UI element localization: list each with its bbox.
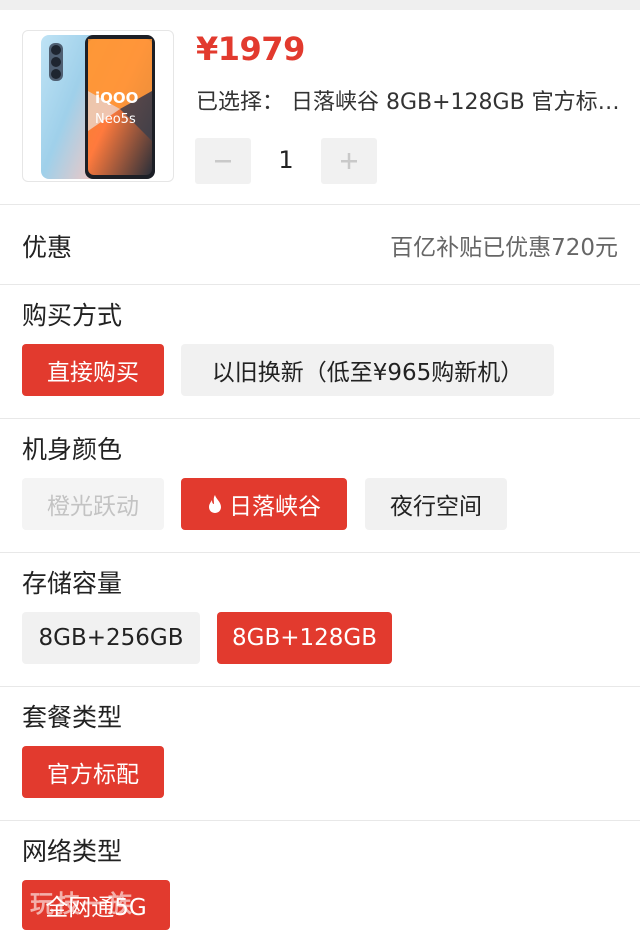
quantity-value[interactable]: 1: [258, 146, 314, 174]
divider: [0, 418, 640, 419]
svg-text:Neo5s: Neo5s: [95, 112, 136, 127]
package-label: 套餐类型: [22, 703, 123, 732]
divider: [0, 552, 640, 553]
selected-spec-text: 已选择： 日落峡谷 8GB+128GB 官方标…: [196, 90, 620, 115]
network-label: 网络类型: [22, 837, 123, 866]
divider: [0, 820, 640, 821]
top-bar: [0, 0, 640, 10]
discount-value[interactable]: 百亿补贴已优惠720元: [390, 228, 618, 262]
flame-icon: [207, 494, 223, 514]
purchase-method-label: 购买方式: [22, 301, 123, 330]
product-price: ¥1979: [196, 30, 305, 68]
option-storage-256[interactable]: 8GB+256GB: [22, 612, 200, 664]
option-storage-128[interactable]: 8GB+128GB: [217, 612, 392, 664]
storage-label: 存储容量: [22, 569, 123, 598]
product-image: iQOO Neo5s: [22, 30, 174, 182]
quantity-decrease-button[interactable]: [195, 138, 251, 184]
plus-icon: [341, 153, 357, 169]
divider: [0, 204, 640, 205]
option-color-orange[interactable]: 橙光跃动: [22, 478, 164, 530]
minus-icon: [215, 160, 231, 163]
watermark: 玩技一族: [30, 890, 134, 918]
quantity-increase-button[interactable]: [321, 138, 377, 184]
option-color-sunset[interactable]: 日落峡谷: [181, 478, 347, 530]
divider: [0, 284, 640, 285]
option-package-official[interactable]: 官方标配: [22, 746, 164, 798]
svg-text:iQOO: iQOO: [95, 89, 138, 107]
option-trade-in[interactable]: 以旧换新（低至¥965购新机）: [181, 344, 554, 396]
option-color-sunset-label: 日落峡谷: [229, 494, 321, 520]
color-label: 机身颜色: [22, 435, 123, 464]
discount-label: 优惠: [22, 233, 73, 262]
divider: [0, 686, 640, 687]
option-color-night[interactable]: 夜行空间: [365, 478, 507, 530]
option-direct-buy[interactable]: 直接购买: [22, 344, 164, 396]
